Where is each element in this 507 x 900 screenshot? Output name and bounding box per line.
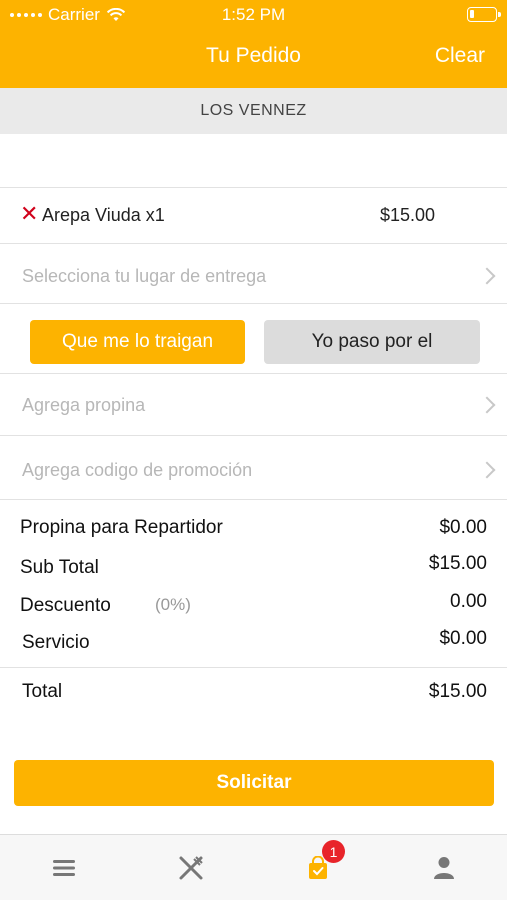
delivery-option-button[interactable]: Que me lo traigan — [30, 320, 245, 364]
tip-placeholder: Agrega propina — [22, 395, 146, 415]
status-bar: Carrier 1:52 PM — [0, 0, 507, 30]
tab-restaurants[interactable] — [127, 835, 254, 900]
summary-service-value: $0.00 — [439, 628, 487, 649]
summary-subtotal-label: Sub Total — [20, 557, 99, 578]
battery-icon — [467, 7, 501, 22]
delivery-location-row[interactable]: Selecciona tu lugar de entrega — [0, 246, 507, 304]
divider — [0, 499, 507, 500]
restaurant-name: LOS VENNEZ — [0, 88, 507, 134]
divider — [0, 303, 507, 304]
user-icon — [433, 857, 454, 879]
summary-subtotal-row: Sub Total $15.00 — [0, 553, 507, 585]
utensils-icon — [179, 856, 203, 880]
tab-cart[interactable] — [254, 835, 381, 900]
summary-total-value: $15.00 — [428, 681, 487, 702]
summary-total-row: Total $15.00 — [0, 681, 507, 711]
close-icon[interactable]: ✕ — [20, 202, 38, 226]
page-title: Tu Pedido — [206, 44, 301, 67]
summary-discount-row: Descuento (0%) 0.00 — [0, 591, 507, 623]
divider — [0, 435, 507, 436]
summary-tip-label: Propina para Repartidor — [20, 517, 223, 538]
summary-tip-row: Propina para Repartidor $0.00 — [0, 517, 507, 547]
summary-discount-percent: (0%) — [155, 595, 191, 614]
order-item-price: $15.00 — [380, 205, 436, 225]
summary-discount-value: 0.00 — [450, 591, 487, 612]
pickup-option-button[interactable]: Yo paso por el — [264, 320, 480, 364]
order-item-row: ✕ Arepa Viuda x1 $15.00 — [0, 188, 507, 242]
summary-service-row: Servicio $0.00 — [0, 628, 507, 660]
menu-icon — [52, 860, 75, 876]
summary-subtotal-value: $15.00 — [428, 553, 487, 574]
promo-code-placeholder: Agrega codigo de promoción — [22, 460, 253, 480]
divider — [0, 667, 507, 668]
chevron-right-icon — [478, 461, 496, 479]
summary-discount-label: Descuento — [20, 595, 111, 616]
tab-profile[interactable] — [380, 835, 507, 900]
cart-badge: 1 — [322, 840, 345, 863]
summary-service-label: Servicio — [22, 632, 90, 653]
clear-button[interactable]: Clear — [435, 44, 485, 68]
summary-total-label: Total — [22, 681, 63, 702]
tip-row[interactable]: Agrega propina — [0, 375, 507, 433]
order-item-name: Arepa Viuda x1 — [42, 205, 165, 225]
divider — [0, 373, 507, 374]
submit-order-button[interactable]: Solicitar — [14, 760, 494, 806]
summary-tip-value: $0.00 — [439, 517, 487, 538]
divider — [0, 243, 507, 244]
chevron-right-icon — [478, 267, 496, 285]
status-time: 1:52 PM — [221, 5, 286, 24]
delivery-location-placeholder: Selecciona tu lugar de entrega — [22, 266, 267, 286]
chevron-right-icon — [478, 396, 496, 414]
header: Carrier 1:52 PM Tu Pedido Clear — [0, 0, 507, 88]
tab-menu[interactable] — [0, 835, 127, 900]
promo-code-row[interactable]: Agrega codigo de promoción — [0, 440, 507, 498]
tab-bar — [0, 834, 507, 900]
